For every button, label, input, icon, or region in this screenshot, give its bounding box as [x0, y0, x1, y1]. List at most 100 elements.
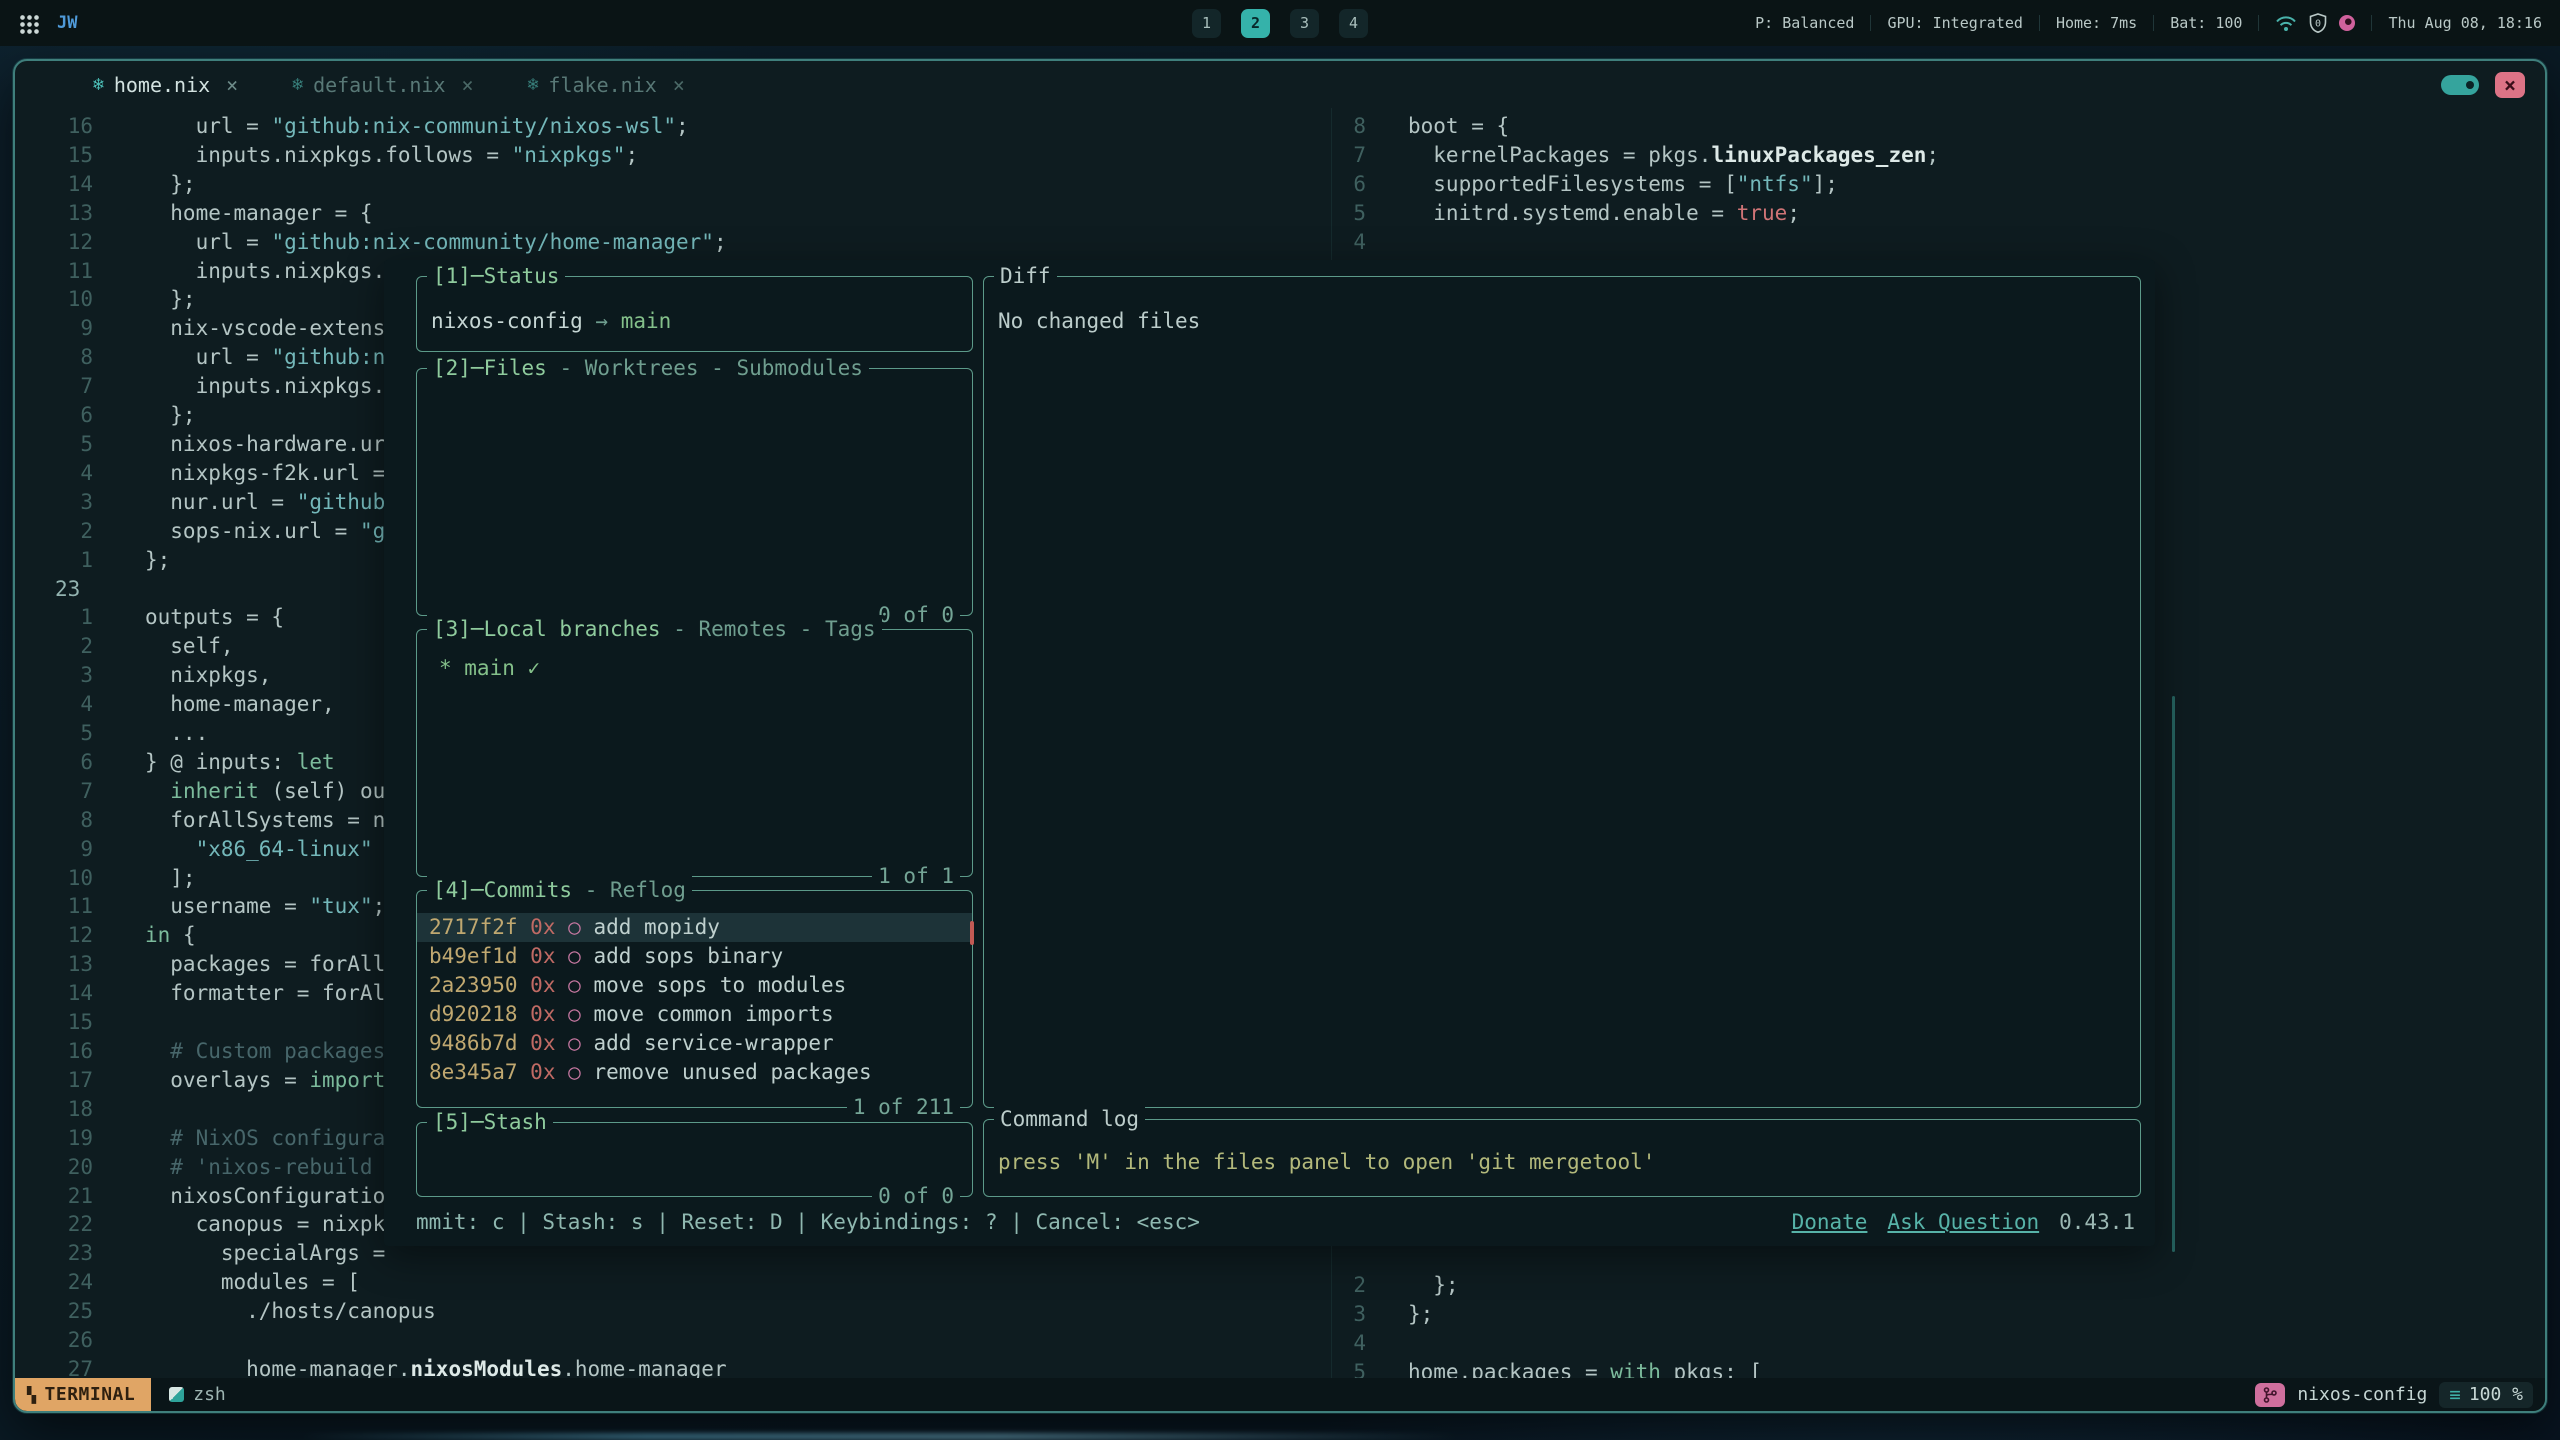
code-line[interactable]: 8boot = {	[1340, 112, 2545, 141]
workspace-button-2[interactable]: 2	[1241, 9, 1270, 38]
keybar-links: Donate Ask Question 0.43.1	[1792, 1208, 2135, 1237]
command-log-content: press 'M' in the files panel to open 'gi…	[984, 1120, 2140, 1177]
workspace-button-4[interactable]: 4	[1339, 9, 1368, 38]
commit-list: 2717f2f 0x ○ add mopidyb49ef1d 0x ○ add …	[417, 891, 972, 1086]
code-line[interactable]: 3};	[1340, 1300, 2545, 1329]
terminal-mode-icon: ▚	[27, 1386, 37, 1404]
commit-row[interactable]: b49ef1d 0x ○ add sops binary	[417, 942, 972, 971]
statusbar-right: nixos-config ≡ 100 %	[2255, 1382, 2545, 1408]
code-pane-right-top: 8boot = {7 kernelPackages = pkgs.linuxPa…	[1340, 112, 2545, 257]
code-line[interactable]: 6 supportedFilesystems = ["ntfs"];	[1340, 170, 2545, 199]
position-segment: ≡ 100 %	[2439, 1382, 2533, 1408]
nix-snowflake-icon: ❄	[528, 74, 539, 95]
code-pane-right-bottom: 2 };3};45home.packages = with pkgs; [	[1340, 1271, 2545, 1378]
topbar-left: JW	[18, 13, 77, 34]
donate-link[interactable]: Donate	[1792, 1208, 1868, 1237]
lazygit-diff-panel[interactable]: Diff No changed files	[983, 276, 2141, 1108]
workspaces: 1234	[1192, 0, 1368, 46]
divider	[2258, 15, 2259, 31]
svg-text:0: 0	[2315, 19, 2321, 30]
toggle-dot	[2466, 81, 2474, 89]
tab-home.nix[interactable]: ❄home.nix×	[93, 73, 238, 97]
wifi-icon[interactable]	[2275, 15, 2297, 32]
panel-title: [4]─Commits - Reflog	[427, 876, 692, 905]
tab-close-button[interactable]: ×	[462, 73, 474, 97]
panel-title: [5]─Stash	[427, 1108, 553, 1137]
panel-title: [1]─Status	[427, 262, 565, 291]
code-line[interactable]: 5 initrd.systemd.enable = true;	[1340, 199, 2545, 228]
shell-name: zsh	[193, 1384, 226, 1405]
lazygit-commits-panel[interactable]: [4]─Commits - Reflog 2717f2f 0x ○ add mo…	[416, 890, 973, 1108]
lazygit-branches-panel[interactable]: [3]─Local branches - Remotes - Tags * ma…	[416, 629, 973, 877]
keybind-bar: mmit: c | Stash: s | Reset: D | Keybindi…	[416, 1208, 2135, 1237]
lazygit-files-panel[interactable]: [2]─Files - Worktrees - Submodules 0 of …	[416, 368, 973, 616]
nix-snowflake-icon: ❄	[93, 74, 104, 95]
top-bar: JW 1234 P: BalancedGPU: IntegratedHome: …	[0, 0, 2560, 46]
logo-badge[interactable]: JW	[57, 13, 77, 33]
tab-close-button[interactable]: ×	[673, 73, 685, 97]
lazygit-status-panel[interactable]: [1]─Status nixos-config → main	[416, 276, 973, 352]
tab-label: flake.nix	[548, 73, 656, 97]
notification-shield-icon[interactable]: 0	[2309, 13, 2327, 33]
mode-badge: ▚ TERMINAL	[15, 1378, 151, 1411]
shell-segment[interactable]: zsh	[151, 1384, 244, 1405]
code-line[interactable]: 4	[1340, 228, 2545, 257]
lazygit-stash-panel[interactable]: [5]─Stash 0 of 0	[416, 1122, 973, 1197]
status-segments: P: BalancedGPU: IntegratedHome: 7msBat: …	[1755, 14, 2242, 32]
panel-title: [2]─Files - Worktrees - Submodules	[427, 354, 869, 383]
code-line[interactable]: 4	[1340, 1329, 2545, 1358]
scrollbar[interactable]	[2172, 696, 2175, 1252]
editor-area: 16 url = "github:nix-community/nixos-wsl…	[15, 108, 2545, 1378]
shell-icon	[169, 1387, 184, 1402]
commit-row[interactable]: d920218 0x ○ move common imports	[417, 1000, 972, 1029]
divider	[2039, 15, 2040, 31]
commit-row[interactable]: 2717f2f 0x ○ add mopidy	[417, 913, 972, 942]
commits-scrollbar[interactable]	[970, 921, 974, 945]
panel-count: 0 of 0	[872, 601, 960, 630]
system-tray: 0	[2275, 13, 2355, 33]
version-label: 0.43.1	[2059, 1208, 2135, 1237]
tab-flake.nix[interactable]: ❄ flake.nix ×	[528, 73, 685, 97]
workspace-button-3[interactable]: 3	[1290, 9, 1319, 38]
project-name: nixos-config	[2297, 1384, 2427, 1405]
status-bar: ▚ TERMINAL zsh nixos-config ≡ 100 %	[15, 1378, 2545, 1411]
lazygit-window: [1]─Status nixos-config → main [2]─Files…	[384, 260, 2155, 1246]
code-line[interactable]: 5home.packages = with pkgs; [	[1340, 1358, 2545, 1378]
status-segment: GPU: Integrated	[1887, 14, 2022, 32]
tab-default.nix[interactable]: ❄default.nix×	[292, 73, 473, 97]
toggle-icon[interactable]	[2441, 75, 2479, 95]
ask-question-link[interactable]: Ask Question	[1887, 1208, 2039, 1237]
panel-title: Diff	[994, 262, 1057, 291]
status-segment: P: Balanced	[1755, 14, 1854, 32]
clock[interactable]: Thu Aug 08, 18:16	[2388, 14, 2542, 32]
panel-title: Command log	[994, 1105, 1145, 1134]
keybind-hints: mmit: c | Stash: s | Reset: D | Keybindi…	[416, 1208, 1200, 1237]
divider	[2153, 15, 2154, 31]
divider	[1870, 15, 1871, 31]
window-controls: ×	[2441, 72, 2545, 98]
code-line[interactable]: 2 };	[1340, 1271, 2545, 1300]
tab-list: ❄home.nix×❄default.nix×❄flake.nix×	[93, 73, 739, 97]
window-close-button[interactable]: ×	[2495, 72, 2525, 98]
panel-count: 0 of 0	[872, 1182, 960, 1211]
lazygit-command-log-panel[interactable]: Command log press 'M' in the files panel…	[983, 1119, 2141, 1197]
code-line[interactable]: 7 kernelPackages = pkgs.linuxPackages_ze…	[1340, 141, 2545, 170]
color-picker-icon[interactable]	[2339, 15, 2355, 31]
commit-row[interactable]: 8e345a7 0x ○ remove unused packages	[417, 1058, 972, 1087]
scroll-percent: 100 %	[2469, 1384, 2523, 1405]
nix-snowflake-icon: ❄	[292, 74, 303, 95]
workspace-button-1[interactable]: 1	[1192, 9, 1221, 38]
tab-bar: ❄home.nix×❄default.nix×❄flake.nix× ×	[15, 61, 2545, 108]
editor-window: ❄home.nix×❄default.nix×❄flake.nix× × 16 …	[13, 59, 2547, 1413]
panel-count: 1 of 1	[872, 862, 960, 891]
apps-grid-icon[interactable]	[18, 13, 39, 34]
panel-title: [3]─Local branches - Remotes - Tags	[427, 615, 882, 644]
tab-close-button[interactable]: ×	[226, 73, 238, 97]
topbar-right: P: BalancedGPU: IntegratedHome: 7msBat: …	[1755, 13, 2542, 33]
panel-count: 1 of 211	[847, 1093, 960, 1122]
commit-row[interactable]: 2a23950 0x ○ move sops to modules	[417, 971, 972, 1000]
commit-row[interactable]: 9486b7d 0x ○ add service-wrapper	[417, 1029, 972, 1058]
diff-content: No changed files	[984, 277, 2140, 336]
project-badge-icon	[2255, 1383, 2285, 1407]
status-segment: Bat: 100	[2170, 14, 2242, 32]
